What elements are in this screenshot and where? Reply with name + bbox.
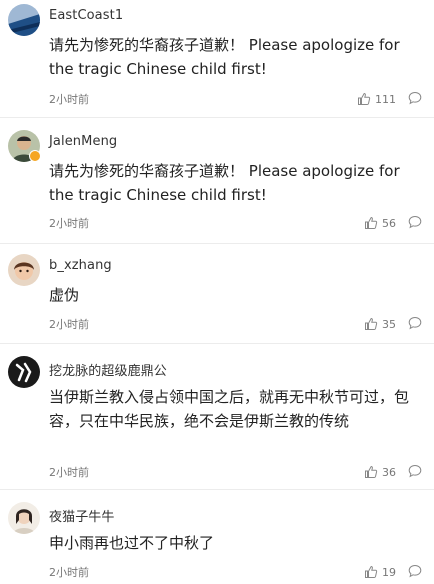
like-count: 36 xyxy=(382,465,396,479)
username[interactable]: 夜猫子牛牛 xyxy=(49,506,115,525)
username[interactable]: 挖龙脉的超级鹿鼎公 xyxy=(49,360,167,379)
timestamp: 2小时前 xyxy=(49,566,89,579)
verified-badge xyxy=(29,150,41,162)
comment-bubble-icon[interactable] xyxy=(408,215,422,229)
username[interactable]: b_xzhang xyxy=(49,258,112,273)
like-count: 35 xyxy=(382,317,396,331)
like-button[interactable]: 19 xyxy=(364,563,396,581)
timestamp: 2小时前 xyxy=(49,93,89,106)
comment-meta: 2小时前 36 xyxy=(49,462,426,482)
avatar[interactable] xyxy=(8,502,40,534)
thumbs-up-icon xyxy=(357,92,371,106)
thumbs-up-icon xyxy=(364,216,378,230)
like-button[interactable]: 35 xyxy=(364,315,396,333)
username[interactable]: EastCoast1 xyxy=(49,8,123,23)
comment-text: 申小雨再也过不了中秋了 xyxy=(49,534,215,552)
username[interactable]: JalenMeng xyxy=(49,134,117,149)
comment-text: 虚伪 xyxy=(49,286,80,304)
avatar-image xyxy=(8,254,40,286)
comment-item: 夜猫子牛牛 申小雨再也过不了中秋了 2小时前 19 xyxy=(0,498,434,584)
comment-bubble-icon[interactable] xyxy=(408,464,422,478)
comment-text: 请先为惨死的华裔孩子道歉！ Please apologize for the t… xyxy=(49,162,400,204)
timestamp: 2小时前 xyxy=(49,466,89,479)
comment-text: 当伊斯兰教入侵占领中国之后，就再无中秋节可过，包容，只在中华民族，绝不会是伊斯兰… xyxy=(49,388,410,430)
comment-item: b_xzhang 虚伪 2小时前 35 xyxy=(0,250,434,344)
avatar[interactable] xyxy=(8,356,40,388)
timestamp: 2小时前 xyxy=(49,217,89,230)
comment-meta: 2小时前 111 xyxy=(49,89,426,109)
like-button[interactable]: 56 xyxy=(364,214,396,232)
comment-bubble-icon[interactable] xyxy=(408,91,422,105)
timestamp: 2小时前 xyxy=(49,318,89,331)
avatar-image xyxy=(8,356,40,388)
avatar-image xyxy=(8,502,40,534)
like-count: 111 xyxy=(375,92,396,106)
comment-item: 挖龙脉的超级鹿鼎公 当伊斯兰教入侵占领中国之后，就再无中秋节可过，包容，只在中华… xyxy=(0,352,434,490)
comment-list: EastCoast1 请先为惨死的华裔孩子道歉！ Please apologiz… xyxy=(0,0,434,584)
thumbs-up-icon xyxy=(364,565,378,579)
comment-bubble-icon[interactable] xyxy=(408,316,422,330)
like-count: 19 xyxy=(382,565,396,579)
comment-meta: 2小时前 56 xyxy=(49,213,426,233)
comment-item: EastCoast1 请先为惨死的华裔孩子道歉！ Please apologiz… xyxy=(0,0,434,118)
comment-meta: 2小时前 19 xyxy=(49,562,426,582)
comment-bubble-icon[interactable] xyxy=(408,564,422,578)
like-count: 56 xyxy=(382,216,396,230)
thumbs-up-icon xyxy=(364,465,378,479)
avatar-image xyxy=(8,4,40,36)
comment-item: JalenMeng 请先为惨死的华裔孩子道歉！ Please apologize… xyxy=(0,126,434,244)
avatar[interactable] xyxy=(8,254,40,286)
comment-text: 请先为惨死的华裔孩子道歉！ Please apologize for the t… xyxy=(49,36,400,78)
comment-meta: 2小时前 35 xyxy=(49,314,426,334)
like-button[interactable]: 36 xyxy=(364,463,396,481)
avatar[interactable] xyxy=(8,4,40,36)
like-button[interactable]: 111 xyxy=(357,90,396,108)
thumbs-up-icon xyxy=(364,317,378,331)
